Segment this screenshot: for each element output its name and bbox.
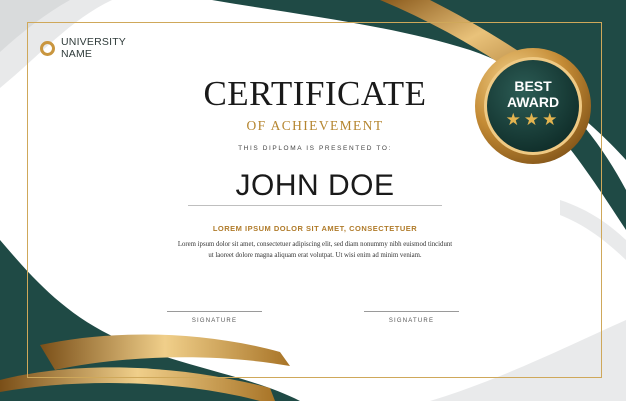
description-line-1: Lorem ipsum dolor sit amet, consectetuer… <box>177 241 453 248</box>
logo-line-1: UNIVERSITY <box>61 36 127 48</box>
university-logo: UNIVERSITY NAME <box>40 36 126 60</box>
description-line-2: ut laoreet dolore magna aliquam erat vol… <box>208 252 422 259</box>
description-heading: LOREM IPSUM DOLOR SIT AMET, CONSECTETUER <box>212 224 418 233</box>
signature-label-right: SIGNATURE <box>388 318 435 324</box>
logo-line-2: NAME <box>61 48 93 60</box>
signature-label-left: SIGNATURE <box>191 318 238 324</box>
description-body: Lorem ipsum dolor sit amet, consectetuer… <box>170 239 460 261</box>
certificate-subtitle: OF ACHIEVEMENT <box>246 118 384 133</box>
signature-line-right <box>364 311 459 312</box>
badge-award-text: AWARD <box>506 94 560 110</box>
presented-to-text: THIS DIPLOMA IS PRESENTED TO: <box>238 145 392 152</box>
certificate-title: CERTIFICATE <box>203 74 427 113</box>
recipient-name-underline <box>188 205 442 206</box>
badge-best-text: BEST <box>514 78 552 94</box>
signature-line-left <box>167 311 262 312</box>
ring-icon <box>40 40 55 56</box>
badge-stars-icon: ★★★ <box>505 110 561 129</box>
recipient-name: JOHN DOE <box>235 169 395 202</box>
